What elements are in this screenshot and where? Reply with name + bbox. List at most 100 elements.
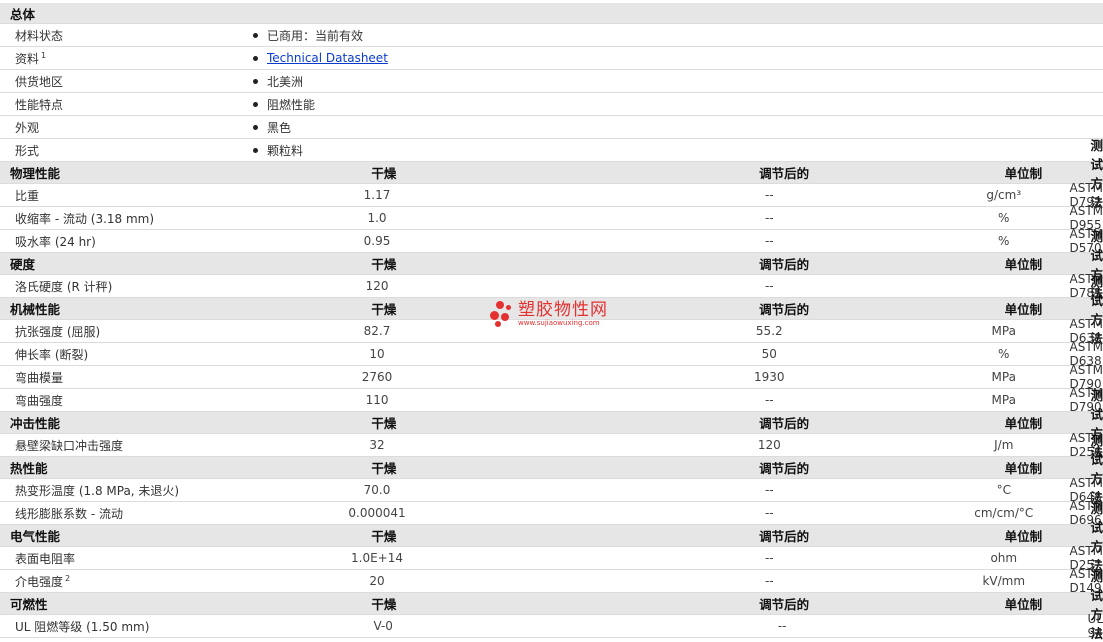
property-row: 伸长率 (断裂)1050%ASTM D638: [0, 343, 1103, 366]
general-row: 供货地区北美洲: [0, 70, 1103, 93]
property-label: 弯曲模量: [0, 369, 224, 386]
conditioned-value: 120: [601, 438, 938, 452]
label-text: 外观: [15, 121, 39, 135]
section-header: 物理性能干燥调节后的单位制测试方法: [0, 162, 1103, 184]
dry-value: 120: [224, 279, 531, 293]
conditioned-value: 55.2: [601, 324, 938, 338]
section-header: 热性能干燥调节后的单位制测试方法: [0, 457, 1103, 479]
property-row: 介电强度220--kV/mmASTM D149: [0, 570, 1103, 593]
general-section-header: 总体: [0, 3, 1103, 24]
conditioned-value: --: [601, 506, 938, 520]
property-row: 线形膨胀系数 - 流动0.000041--cm/cm/°CASTM D696: [0, 502, 1103, 525]
general-row-label: 资料1: [0, 50, 253, 67]
column-header-conditioned: 调节后的: [612, 413, 956, 432]
conditioned-value: 50: [601, 347, 938, 361]
section-header: 可燃性干燥调节后的单位制测试方法: [0, 593, 1103, 615]
unit-value: %: [938, 211, 1069, 225]
conditioned-value: --: [601, 234, 938, 248]
footnote-marker: 2: [65, 574, 70, 583]
dry-value: 20: [224, 574, 531, 588]
conditioned-value: --: [601, 483, 938, 497]
column-header-conditioned: 调节后的: [612, 254, 956, 273]
dry-value: 32: [224, 438, 531, 452]
technical-datasheet-link[interactable]: Technical Datasheet: [267, 51, 388, 65]
general-row-value: 已商用：当前有效: [253, 27, 363, 44]
bullet-icon: [253, 125, 258, 130]
column-header-unit: 单位制: [956, 458, 1090, 477]
label-text: 热变形温度 (1.8 MPa, 未退火): [15, 484, 179, 498]
general-row: 材料状态 已商用：当前有效: [0, 24, 1103, 47]
label-text: 伸长率 (断裂): [15, 348, 88, 362]
dry-value: 110: [224, 393, 531, 407]
material-datasheet: 总体 材料状态已商用：当前有效资料1Technical Datasheet供货地…: [0, 3, 1103, 638]
column-header-conditioned: 调节后的: [612, 526, 956, 545]
general-row-label: 形式: [0, 142, 253, 159]
value-text: 黑色: [267, 119, 291, 136]
property-row: 弯曲模量27601930MPaASTM D790: [0, 366, 1103, 389]
general-row-label: 材料状态: [0, 27, 253, 44]
unit-value: cm/cm/°C: [938, 506, 1069, 520]
bullet-icon: [253, 102, 258, 107]
label-text: 表面电阻率: [15, 552, 75, 566]
property-sections: 物理性能干燥调节后的单位制测试方法比重1.17--g/cm³ASTM D792 收…: [0, 162, 1103, 638]
label-text: 性能特点: [15, 98, 63, 112]
property-label: UL 阻燃等级 (1.50 mm): [0, 618, 227, 635]
label-text: 比重: [15, 189, 39, 203]
column-header-unit: 单位制: [956, 254, 1090, 273]
general-row-label: 供货地区: [0, 73, 253, 90]
column-header-conditioned: 调节后的: [612, 458, 956, 477]
general-row-label: 性能特点: [0, 96, 253, 113]
general-row: 性能特点 阻燃性能: [0, 93, 1103, 116]
unit-value: J/m: [938, 438, 1069, 452]
section-title: 电气性能: [0, 526, 227, 545]
label-text: 资料: [15, 52, 39, 66]
label-text: 弯曲模量: [15, 371, 63, 385]
footnote-marker: 1: [41, 51, 46, 60]
property-label: 介电强度2: [0, 573, 224, 590]
section-title: 热性能: [0, 458, 227, 477]
dry-value: 0.000041: [224, 506, 531, 520]
property-label: 洛氏硬度 (R 计秤): [0, 278, 224, 295]
unit-value: kV/mm: [938, 574, 1069, 588]
property-label: 比重: [0, 187, 224, 204]
label-text: 材料状态: [15, 29, 63, 43]
dry-value: 1.0: [224, 211, 531, 225]
property-row: 比重1.17--g/cm³ASTM D792: [0, 184, 1103, 207]
label-text: 线形膨胀系数 - 流动: [15, 507, 123, 521]
value-text: 北美洲: [267, 73, 303, 90]
conditioned-value: --: [601, 188, 938, 202]
property-row: 抗张强度 (屈服)82.755.2MPaASTM D638: [0, 320, 1103, 343]
label-text: 收缩率 - 流动 (3.18 mm): [15, 212, 154, 226]
value-text: 颗粒料: [267, 142, 303, 159]
column-header-unit: 单位制: [956, 163, 1090, 182]
property-row: 热变形温度 (1.8 MPa, 未退火)70.0--°CASTM D648: [0, 479, 1103, 502]
value-text: 阻燃性能: [267, 96, 315, 113]
unit-value: %: [938, 234, 1069, 248]
unit-value: MPa: [938, 324, 1069, 338]
dry-value: 2760: [224, 370, 531, 384]
section-title: 机械性能: [0, 299, 227, 318]
value-text: 已商用：当前有效: [267, 27, 363, 44]
column-header-dry: 干燥: [227, 299, 540, 318]
property-row: 表面电阻率1.0E+14--ohmASTM D257: [0, 547, 1103, 570]
column-header-unit: 单位制: [956, 526, 1090, 545]
bullet-icon: [253, 148, 258, 153]
test-method: UL 94: [1088, 612, 1103, 640]
general-row: 资料1 Technical Datasheet: [0, 47, 1103, 70]
label-text: 洛氏硬度 (R 计秤): [15, 280, 112, 294]
general-row: 形式 颗粒料: [0, 139, 1103, 162]
section-title: 可燃性: [0, 594, 227, 613]
property-row: 收缩率 - 流动 (3.18 mm)1.0--%ASTM D955: [0, 207, 1103, 230]
general-row-value: 阻燃性能: [253, 96, 315, 113]
dry-value: 1.0E+14: [224, 551, 531, 565]
column-header-dry: 干燥: [227, 413, 540, 432]
column-header-dry: 干燥: [227, 163, 540, 182]
property-label: 热变形温度 (1.8 MPa, 未退火): [0, 482, 224, 499]
unit-value: g/cm³: [938, 188, 1069, 202]
property-row: UL 阻燃等级 (1.50 mm)V-0--UL 94: [0, 615, 1103, 638]
section-header: 电气性能干燥调节后的单位制测试方法: [0, 525, 1103, 547]
property-label: 伸长率 (断裂): [0, 346, 224, 363]
label-text: 形式: [15, 144, 39, 158]
property-label: 线形膨胀系数 - 流动: [0, 505, 224, 522]
dry-value: 0.95: [224, 234, 531, 248]
